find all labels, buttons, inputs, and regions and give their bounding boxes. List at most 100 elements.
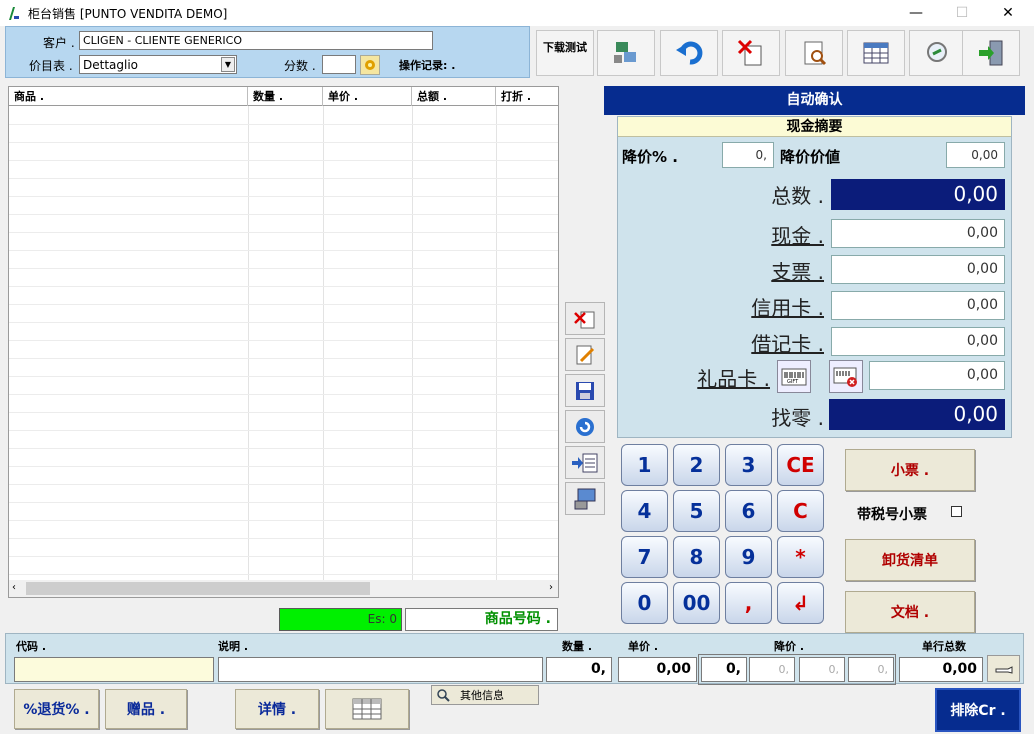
grid-row-line	[9, 376, 558, 377]
column-header-total[interactable]: 总额 .	[412, 87, 496, 106]
discount2-input[interactable]: 0,	[749, 657, 795, 682]
search-button[interactable]	[909, 30, 967, 76]
comma-key[interactable]: ,	[725, 582, 772, 624]
grid-row-line	[9, 466, 558, 467]
scroll-left-icon[interactable]: ‹	[12, 582, 16, 593]
discount-percent-field[interactable]: 0,	[722, 142, 774, 168]
table-button[interactable]	[847, 30, 905, 76]
gift-card-button[interactable]: GIFT	[777, 360, 811, 393]
edit-icon	[576, 345, 595, 364]
edit-line-button[interactable]	[565, 338, 605, 371]
preview-button[interactable]	[785, 30, 843, 76]
horizontal-scrollbar[interactable]: ‹ ›	[9, 580, 558, 597]
pricelist-select[interactable]: Dettaglio ▼	[79, 55, 237, 74]
column-header-quantity[interactable]: 数量 .	[248, 87, 323, 106]
document-button[interactable]: 文档 .	[845, 591, 975, 633]
exclude-button[interactable]: 排除Cr .	[935, 688, 1021, 732]
debit-card-label[interactable]: 借记卡 .	[678, 328, 824, 357]
multiply-key[interactable]: *	[777, 536, 824, 578]
grid-row-line	[9, 394, 558, 395]
svg-text:GIFT: GIFT	[787, 379, 799, 385]
minimize-button[interactable]: —	[893, 0, 939, 26]
pricelist-label: 价目表 .	[29, 59, 73, 73]
chevron-down-icon[interactable]: ▼	[221, 57, 235, 72]
grid-row-line	[9, 268, 558, 269]
digit-key-4[interactable]: 4	[621, 490, 668, 532]
digit-key-5[interactable]: 5	[673, 490, 720, 532]
tax-receipt-checkbox[interactable]	[951, 506, 962, 517]
digit-key-9[interactable]: 9	[725, 536, 772, 578]
column-header-discount[interactable]: 打折 .	[496, 87, 558, 106]
credit-card-field[interactable]: 0,00	[831, 291, 1005, 320]
undo-button[interactable]	[660, 30, 718, 76]
gift-card-cancel-button[interactable]	[829, 360, 863, 393]
discount-value-field[interactable]: 0,00	[946, 142, 1005, 168]
receipt-button[interactable]: 小票 .	[845, 449, 975, 491]
gift-card-label[interactable]: 礼品卡 .	[620, 363, 770, 392]
other-info-button[interactable]: 其他信息	[431, 685, 539, 705]
es-indicator: Es: 0	[279, 608, 402, 631]
maximize-button[interactable]: ☐	[939, 0, 985, 26]
digit-key-0[interactable]: 0	[621, 582, 668, 624]
network-button[interactable]	[597, 30, 655, 76]
check-field[interactable]: 0,00	[831, 255, 1005, 284]
delivery-note-button[interactable]: 卸货清单	[845, 539, 975, 581]
display-button[interactable]	[565, 482, 605, 515]
column-header-unit-price[interactable]: 单价 .	[323, 87, 412, 106]
grid-row-line	[9, 556, 558, 557]
double-zero-key[interactable]: 00	[673, 582, 720, 624]
grid-row-line	[9, 304, 558, 305]
unit-price-label: 单价 .	[628, 640, 659, 653]
unit-price-input[interactable]: 0,00	[618, 657, 697, 682]
cash-field[interactable]: 0,00	[831, 219, 1005, 248]
discount4-input[interactable]: 0,	[848, 657, 894, 682]
scroll-right-icon[interactable]: ›	[549, 582, 553, 593]
clear-entry-key[interactable]: CE	[777, 444, 824, 486]
return-percent-button[interactable]: %退货% .	[14, 689, 99, 729]
digit-key-2[interactable]: 2	[673, 444, 720, 486]
items-grid[interactable]: 商品 . 数量 . 单价 . 总额 . 打折 . ‹ ›	[8, 86, 559, 598]
customer-field[interactable]: CLIGEN - CLIENTE GENERICO	[79, 31, 433, 50]
digit-key-6[interactable]: 6	[725, 490, 772, 532]
digit-key-3[interactable]: 3	[725, 444, 772, 486]
credit-card-label[interactable]: 信用卡 .	[678, 292, 824, 321]
download-test-button[interactable]: 下载测试	[536, 30, 594, 76]
save-button[interactable]	[565, 374, 605, 407]
quantity-input[interactable]: 0,	[546, 657, 612, 682]
auto-confirm-button[interactable]: 自动确认	[604, 86, 1025, 115]
discount-input[interactable]: 0,	[701, 657, 747, 682]
close-button[interactable]: ✕	[985, 0, 1031, 26]
grid-row-line	[9, 520, 558, 521]
description-input[interactable]	[218, 657, 543, 682]
points-button[interactable]	[360, 55, 380, 75]
import-button[interactable]	[565, 446, 605, 479]
scrollbar-thumb[interactable]	[26, 582, 370, 595]
confirm-line-button[interactable]	[987, 655, 1020, 682]
refresh-button[interactable]	[565, 410, 605, 443]
oplog-label: 操作记录: .	[399, 59, 456, 72]
gift-card-field[interactable]: 0,00	[869, 361, 1005, 390]
debit-card-field[interactable]: 0,00	[831, 327, 1005, 356]
digit-key-1[interactable]: 1	[621, 444, 668, 486]
discount-label: 降价 .	[774, 640, 805, 653]
grid-row-line	[9, 358, 558, 359]
other-info-label: 其他信息	[460, 689, 504, 702]
column-header-item[interactable]: 商品 .	[9, 87, 248, 106]
exit-icon	[979, 40, 1003, 66]
cash-label[interactable]: 现金 .	[678, 220, 824, 249]
enter-key[interactable]: ↲	[777, 582, 824, 624]
item-code-label: 商品号码 .	[405, 608, 558, 631]
exit-button[interactable]	[962, 30, 1020, 76]
discount3-input[interactable]: 0,	[799, 657, 845, 682]
grid-view-button[interactable]	[325, 689, 409, 729]
check-label[interactable]: 支票 .	[678, 256, 824, 285]
details-button[interactable]: 详情 .	[235, 689, 319, 729]
delete-line-button[interactable]	[565, 302, 605, 335]
code-input[interactable]	[14, 657, 214, 682]
gift-button[interactable]: 赠品 .	[105, 689, 187, 729]
cancel-document-button[interactable]	[722, 30, 780, 76]
digit-key-7[interactable]: 7	[621, 536, 668, 578]
digit-key-8[interactable]: 8	[673, 536, 720, 578]
points-field[interactable]	[322, 55, 356, 74]
clear-key[interactable]: C	[777, 490, 824, 532]
